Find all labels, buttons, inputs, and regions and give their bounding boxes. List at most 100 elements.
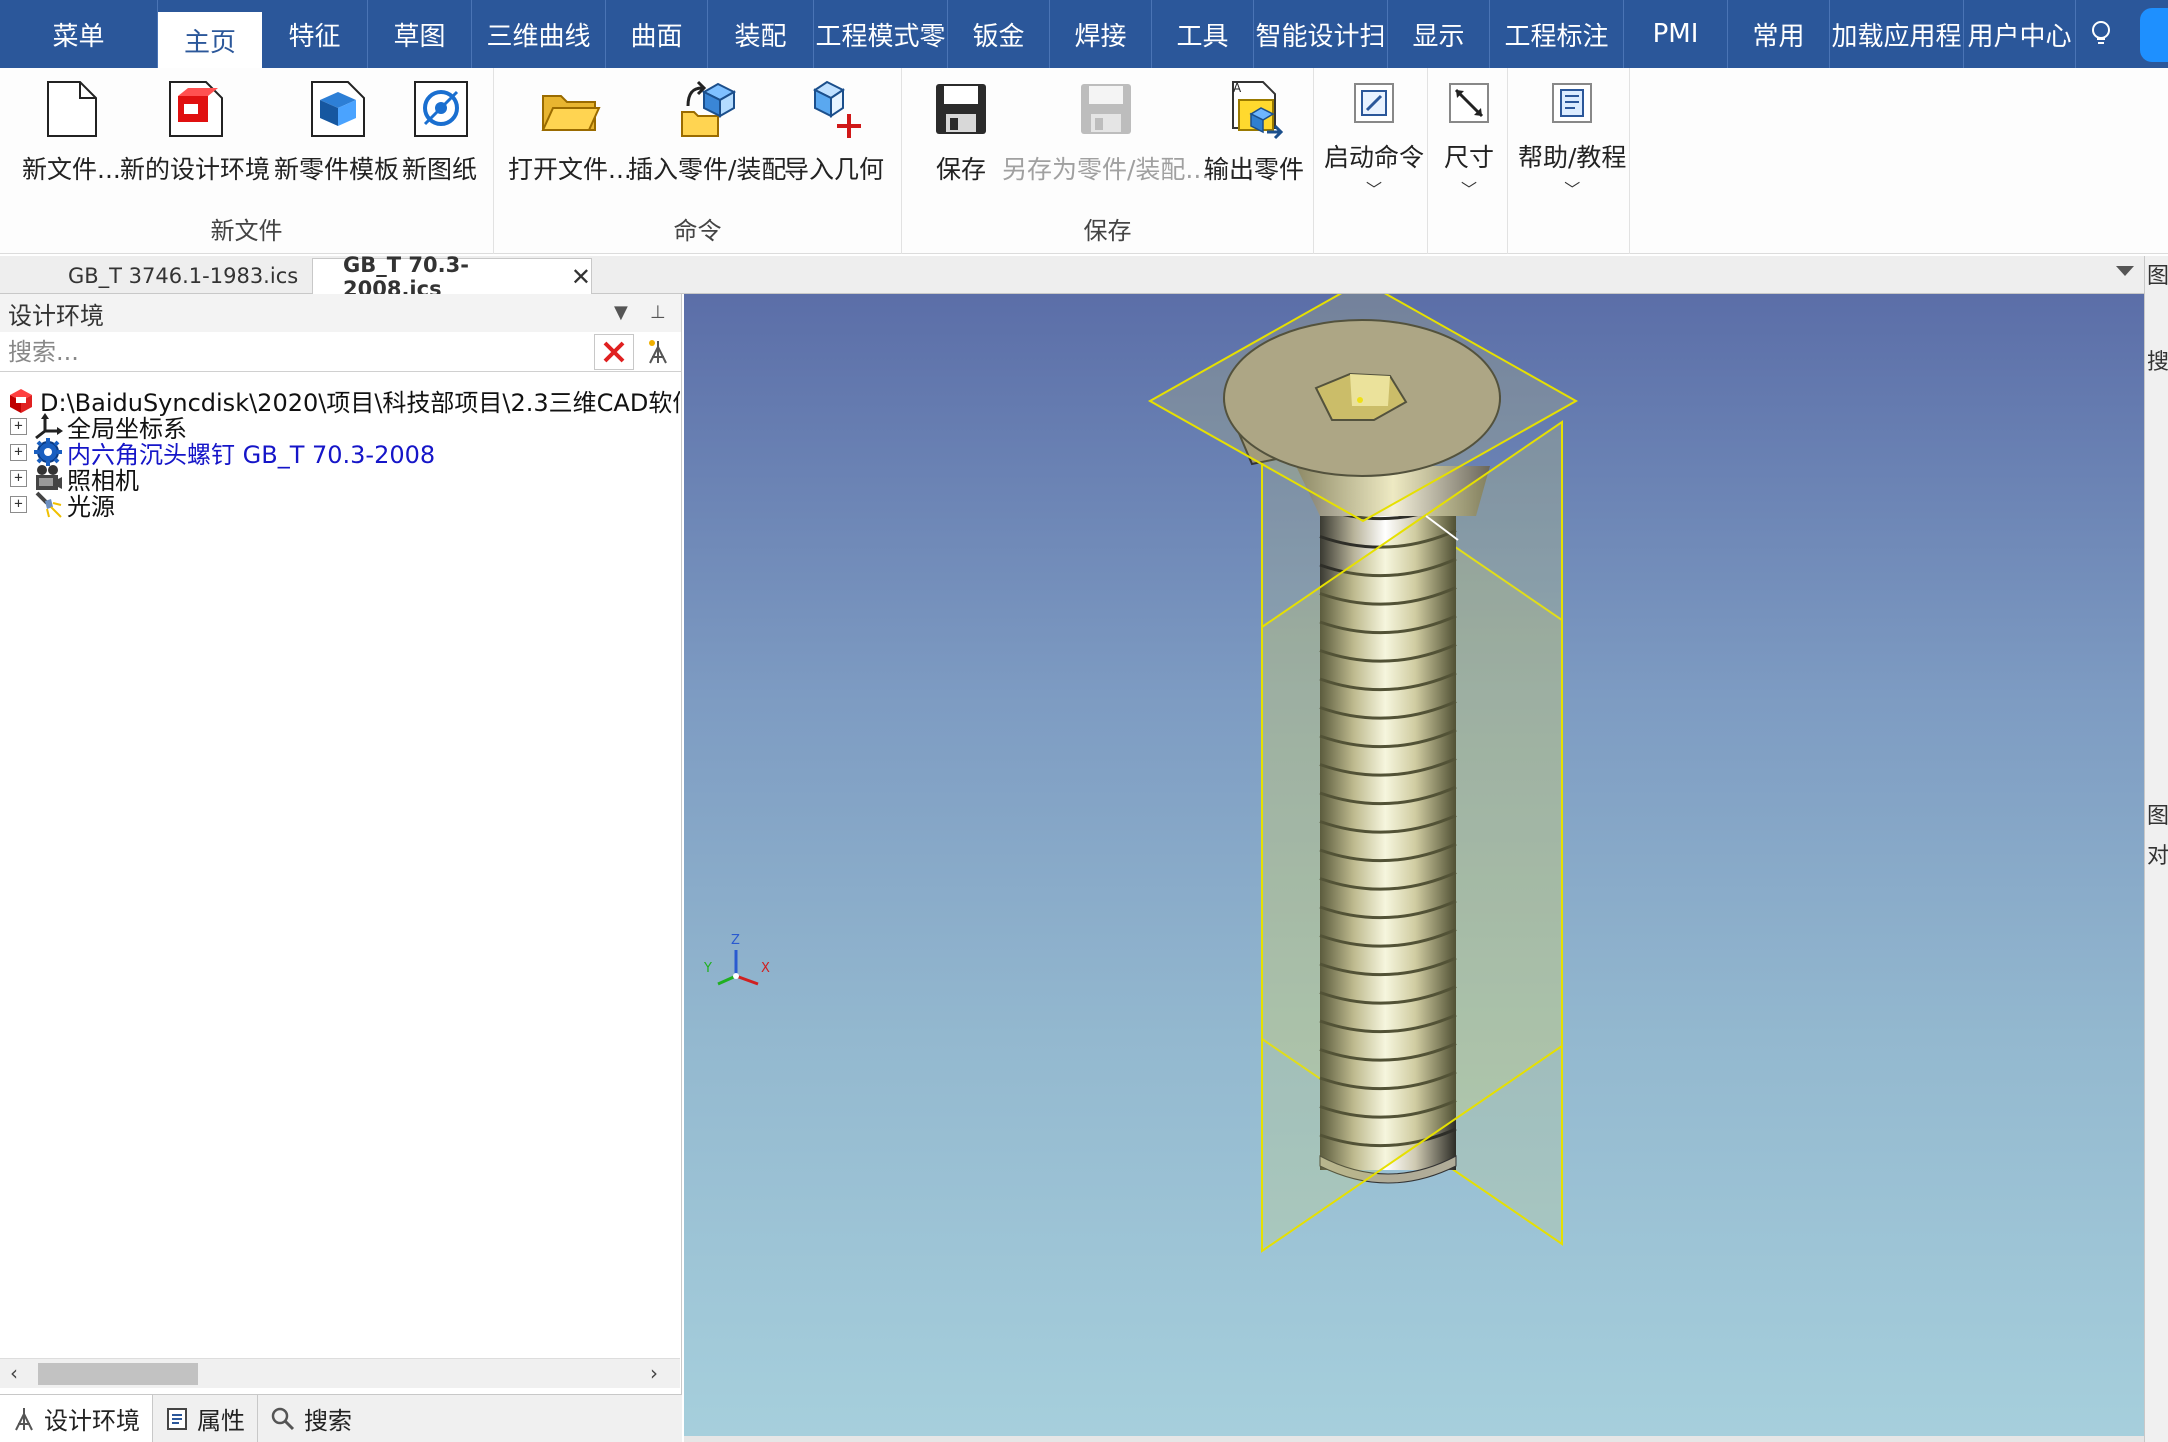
save-button[interactable]: 保存	[930, 78, 992, 186]
tab-list-dropdown-icon[interactable]	[2116, 266, 2134, 276]
new-design-env-icon	[169, 81, 223, 137]
status-bar	[684, 1436, 2144, 1442]
new-file-icon	[47, 81, 98, 137]
axis-label-x: X	[761, 961, 770, 976]
new-part-template-button[interactable]: 新零件模板	[274, 78, 399, 186]
tree-filter-button[interactable]	[640, 334, 676, 370]
scrollbar-thumb[interactable]	[38, 1363, 198, 1385]
tab-design-environment[interactable]: 设计环境	[0, 1395, 153, 1442]
chevron-down-icon: ﹀	[1564, 180, 1581, 199]
light-source-icon	[35, 491, 62, 518]
new-drawing-icon	[413, 81, 468, 137]
menu-tab-16[interactable]: 加载应用程	[1830, 0, 1964, 68]
new-design-env-button[interactable]: 新的设计环境	[120, 78, 270, 186]
insert-part-button[interactable]: 插入零件/装配	[628, 78, 786, 186]
ribbon-group-new-file: 新文件... 新的设计环境 新零件模板 新图纸 新文件	[0, 68, 494, 254]
save-group-caption: 保存	[1083, 217, 1132, 245]
menu-tab-7[interactable]: 工程模式零	[814, 0, 948, 68]
menu-bar: 菜单 主页 特征 草图 三维曲线 曲面 装配 工程模式零 钣金 焊接 工具 智能设计扫 显示 工程标注 PM…	[0, 0, 2168, 68]
axis-label-z: Z	[731, 933, 740, 948]
save-icon	[936, 84, 986, 134]
doc-tab-gb-t-70-3[interactable]: GB_T 70.3-2008.ics ✕	[312, 253, 592, 301]
properties-icon	[167, 1407, 187, 1430]
menu-tab-15[interactable]: 常用	[1728, 0, 1830, 68]
menu-tab-12[interactable]: 显示	[1388, 0, 1490, 68]
help-tutorial-button[interactable]: 帮助/教程 ﹀	[1518, 78, 1626, 200]
tree-search-row	[0, 332, 681, 372]
new-drawing-button[interactable]: 新图纸	[402, 78, 477, 186]
tree-icon	[15, 1407, 33, 1430]
right-docked-panel: 图 搜 图 对	[2144, 256, 2168, 1442]
right-panel-label-1[interactable]: 图	[2147, 258, 2168, 290]
design-tree: D:\BaiduSyncdisk\2020\项目\科技部项目\2.3三维CAD软…	[0, 374, 680, 1374]
new-file-button[interactable]: 新文件...	[22, 78, 121, 186]
clear-search-button[interactable]	[594, 334, 634, 370]
design-environment-panel: 设计环境 ▼ ⊥ D:\BaiduSyncdisk\2020\项目\科技部项	[0, 294, 682, 1442]
3d-viewport[interactable]: Z X Y	[684, 294, 2144, 1436]
right-panel-label-4[interactable]: 对	[2147, 838, 2168, 870]
svg-text:A: A	[1233, 81, 1242, 95]
start-command-button[interactable]: 启动命令 ﹀	[1324, 78, 1424, 200]
panel-title-bar: 设计环境 ▼ ⊥	[0, 294, 681, 332]
close-tab-icon[interactable]: ✕	[571, 263, 591, 291]
menu-tab-17[interactable]: 用户中心	[1964, 0, 2076, 68]
open-file-button[interactable]: 打开文件...	[508, 78, 632, 186]
menu-tab-6[interactable]: 装配	[708, 0, 814, 68]
clear-x-icon	[603, 341, 625, 363]
menu-tab-0[interactable]: 菜单	[0, 0, 158, 68]
pin-icon[interactable]: ⊥	[650, 302, 666, 323]
menu-tab-11[interactable]: 智能设计扫	[1254, 0, 1388, 68]
menu-tab-8[interactable]: 钣金	[948, 0, 1050, 68]
chevron-down-icon: ﹀	[1366, 180, 1383, 199]
expand-icon[interactable]: +	[10, 417, 27, 435]
menu-tab-4[interactable]: 三维曲线	[472, 0, 606, 68]
model-canvas[interactable]: Z X Y	[684, 294, 2144, 1436]
document-tabs: GB_T 3746.1-1983.ics GB_T 70.3-2008.ics …	[0, 253, 2146, 301]
tree-search-input[interactable]	[0, 333, 590, 370]
menu-tab-9[interactable]: 焊接	[1050, 0, 1152, 68]
panel-bottom-tabs: 设计环境 属性 搜索	[0, 1394, 682, 1442]
ribbon-group-start-command: 启动命令 ﹀	[1314, 68, 1428, 254]
scroll-right-icon[interactable]: ›	[650, 1361, 658, 1385]
ribbon-group-dimension: 尺寸 ﹀	[1428, 68, 1508, 254]
import-geometry-button[interactable]: 导入几何	[784, 78, 884, 186]
menu-tab-5[interactable]: 曲面	[606, 0, 708, 68]
export-part-icon: A	[1232, 81, 1284, 140]
ribbon-group-help: 帮助/教程 ﹀	[1508, 68, 1630, 254]
lightbulb-icon[interactable]	[2076, 0, 2126, 68]
start-command-icon	[1354, 83, 1394, 123]
export-part-button[interactable]: A 输出零件	[1204, 78, 1304, 186]
tree-horizontal-scrollbar[interactable]: ‹ ›	[0, 1358, 680, 1388]
menu-tab-14[interactable]: PMI	[1624, 0, 1728, 68]
tab-search[interactable]: 搜索	[258, 1395, 364, 1442]
save-as-button[interactable]: 另存为零件/装配...	[1002, 78, 1209, 186]
ribbon: 新文件... 新的设计环境 新零件模板 新图纸 新文件 打开文件... 插入零件…	[0, 68, 2168, 254]
menu-tab-10[interactable]: 工具	[1152, 0, 1254, 68]
import-geometry-icon	[813, 80, 861, 138]
tab-properties[interactable]: 属性	[153, 1395, 258, 1442]
axis-label-y: Y	[703, 961, 712, 976]
tree-item-light[interactable]: + 光源	[10, 486, 115, 522]
scroll-left-icon[interactable]: ‹	[10, 1361, 18, 1385]
command-group-caption: 命令	[673, 217, 722, 245]
menu-tab-2[interactable]: 特征	[262, 0, 368, 68]
axis-triad[interactable]: Z X Y	[703, 933, 770, 986]
search-icon	[271, 1407, 295, 1430]
insert-part-icon	[681, 80, 737, 137]
chevron-down-icon: ﹀	[1461, 180, 1478, 199]
new-file-group-caption: 新文件	[210, 217, 283, 245]
right-panel-label-3[interactable]: 图	[2147, 798, 2168, 830]
menu-tab-1[interactable]: 主页	[158, 12, 262, 68]
doc-tab-gb-t-3746[interactable]: GB_T 3746.1-1983.ics	[68, 258, 308, 294]
right-panel-label-2[interactable]: 搜	[2147, 344, 2168, 376]
panel-menu-dropdown-icon[interactable]: ▼	[614, 302, 628, 323]
dimension-button[interactable]: 尺寸 ﹀	[1444, 78, 1494, 200]
ribbon-group-command: 打开文件... 插入零件/装配 导入几何 命令	[494, 68, 902, 254]
expand-icon[interactable]: +	[10, 469, 27, 487]
menu-tab-13[interactable]: 工程标注	[1490, 0, 1624, 68]
account-badge-icon[interactable]	[2140, 8, 2168, 62]
expand-icon[interactable]: +	[10, 443, 27, 461]
expand-icon[interactable]: +	[10, 495, 27, 513]
new-part-template-icon	[310, 81, 365, 137]
menu-tab-3[interactable]: 草图	[368, 0, 472, 68]
